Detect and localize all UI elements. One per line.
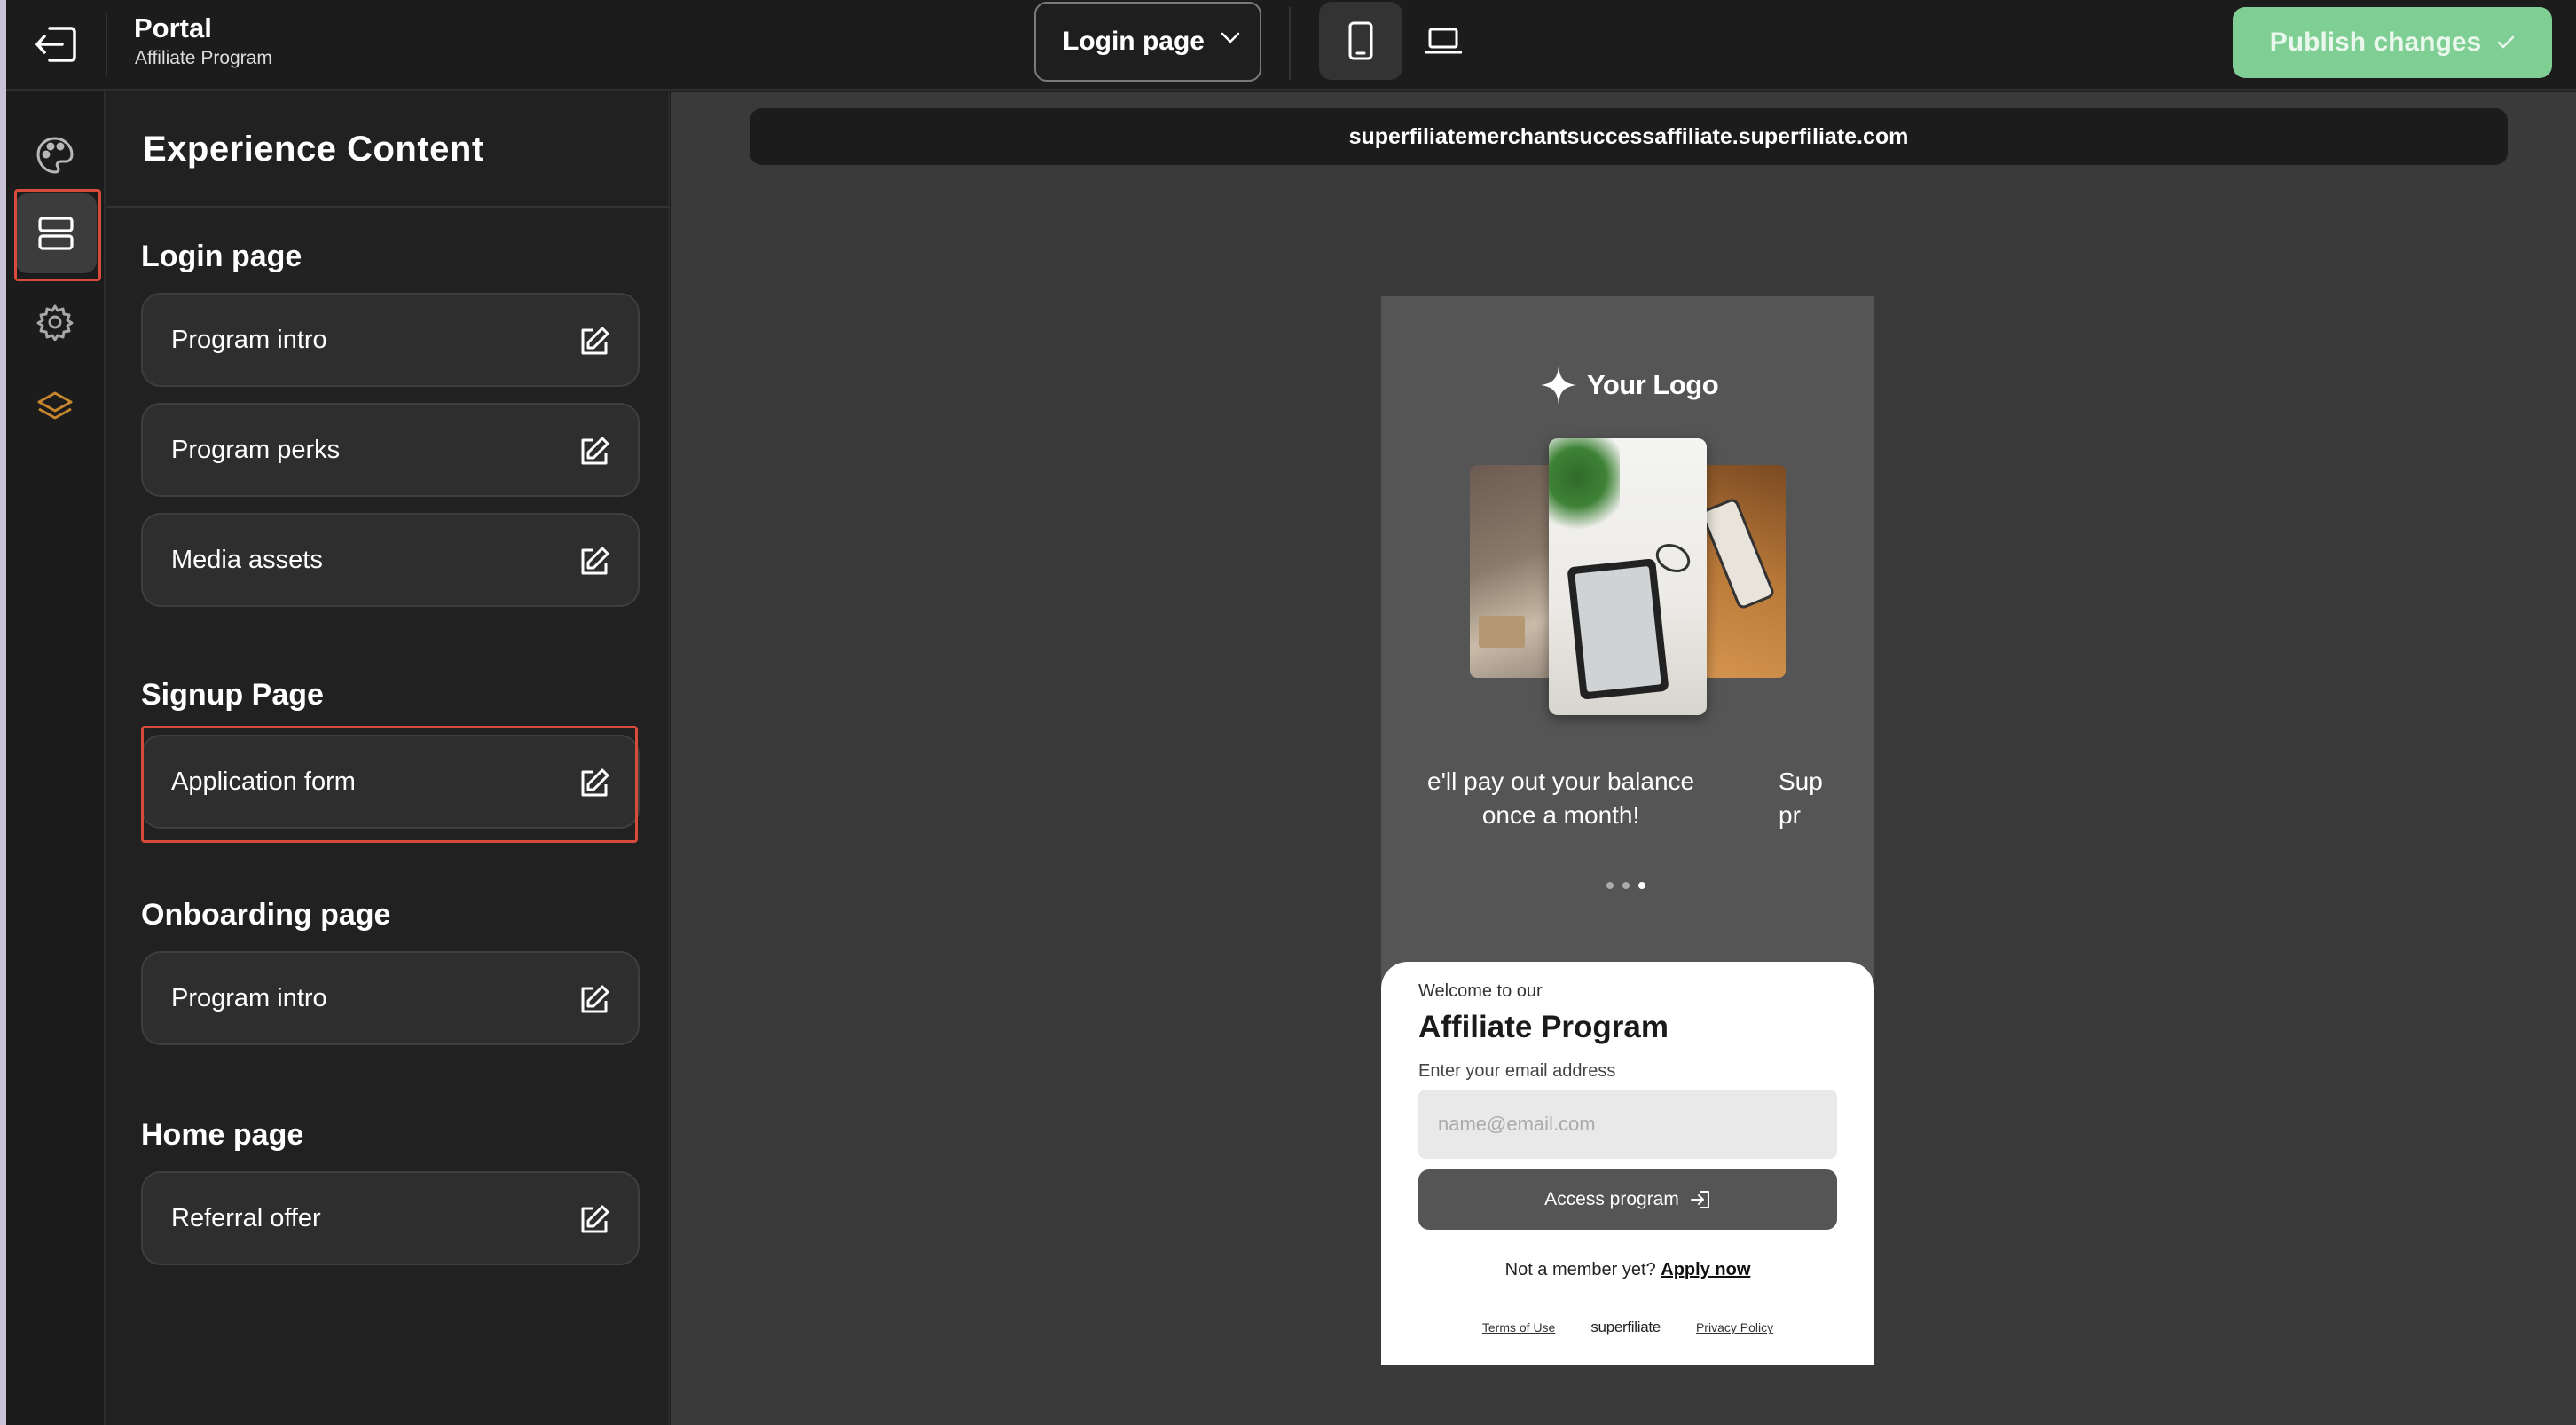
section-title-home: Home page bbox=[141, 1118, 304, 1152]
publish-label: Publish changes bbox=[2269, 28, 2482, 57]
carousel-image-center bbox=[1549, 438, 1707, 715]
portal-title: Portal bbox=[134, 12, 212, 43]
member-text: Not a member yet? bbox=[1504, 1260, 1656, 1279]
carousel-dots[interactable] bbox=[1606, 882, 1645, 889]
login-icon bbox=[1690, 1191, 1709, 1208]
exit-button[interactable] bbox=[29, 18, 82, 71]
section-title-signup: Signup Page bbox=[141, 678, 324, 712]
rail-layers-button[interactable] bbox=[29, 382, 81, 433]
member-line: Not a member yet? Apply now bbox=[1381, 1260, 1874, 1280]
item-label: Program perks bbox=[171, 435, 341, 464]
edit-icon[interactable] bbox=[577, 1203, 611, 1237]
page-select-value: Login page bbox=[1063, 27, 1205, 56]
item-onboarding-program-intro[interactable]: Program intro bbox=[141, 951, 640, 1045]
rail-theme-button[interactable] bbox=[29, 130, 81, 181]
edit-icon[interactable] bbox=[577, 435, 611, 468]
carousel-dot[interactable] bbox=[1622, 882, 1630, 889]
top-bar: Portal Affiliate Program Login page Publ… bbox=[6, 0, 2576, 91]
panel-title: Experience Content bbox=[143, 130, 484, 169]
sparkle-icon bbox=[1541, 366, 1576, 405]
preview-logo: Your Logo bbox=[1541, 366, 1719, 405]
item-label: Referral offer bbox=[171, 1203, 321, 1232]
carousel-image-right bbox=[1702, 465, 1786, 678]
mobile-view-button[interactable] bbox=[1319, 2, 1402, 80]
topbar-divider-2 bbox=[1289, 7, 1291, 80]
login-card: Welcome to our Affiliate Program Enter y… bbox=[1381, 962, 1874, 1365]
edit-icon[interactable] bbox=[577, 767, 611, 800]
mobile-preview: Your Logo e'll pay out your balance once… bbox=[1381, 296, 1874, 1365]
panel-separator bbox=[107, 206, 670, 208]
item-application-form[interactable]: Application form bbox=[141, 735, 640, 829]
access-program-label: Access program bbox=[1544, 1189, 1679, 1209]
access-program-button[interactable]: Access program bbox=[1418, 1169, 1837, 1230]
rail-settings-button[interactable] bbox=[29, 296, 81, 348]
item-label: Program intro bbox=[171, 325, 327, 354]
carousel-dot-active[interactable] bbox=[1638, 882, 1645, 889]
page-select-dropdown[interactable]: Login page bbox=[1034, 2, 1261, 82]
preview-url-bar: superfiliatemerchantsuccessaffiliate.sup… bbox=[750, 108, 2508, 165]
apply-now-link[interactable]: Apply now bbox=[1661, 1260, 1750, 1279]
carousel-dot[interactable] bbox=[1606, 882, 1614, 889]
section-title-login: Login page bbox=[141, 240, 302, 273]
carousel-slide-next: Sup pr bbox=[1779, 765, 1828, 832]
email-label: Enter your email address bbox=[1418, 1061, 1616, 1081]
check-icon bbox=[2497, 35, 2515, 49]
edit-icon[interactable] bbox=[577, 325, 611, 358]
item-label: Media assets bbox=[171, 545, 323, 574]
item-referral-offer[interactable]: Referral offer bbox=[141, 1171, 640, 1265]
portal-subtitle: Affiliate Program bbox=[135, 48, 272, 68]
desktop-view-button[interactable] bbox=[1408, 5, 1479, 76]
app-window: Portal Affiliate Program Login page Publ… bbox=[6, 0, 2576, 1425]
terms-link[interactable]: Terms of Use bbox=[1482, 1320, 1555, 1334]
carousel-slide-text: e'll pay out your balance once a month! bbox=[1427, 765, 1694, 832]
rail-content-button[interactable] bbox=[15, 193, 97, 273]
experience-content-panel: Experience Content Login page Program in… bbox=[107, 92, 670, 1425]
item-media-assets[interactable]: Media assets bbox=[141, 513, 640, 607]
brand-logo: superfiliate bbox=[1590, 1319, 1661, 1335]
carousel-slide-next-text: Sup pr bbox=[1779, 768, 1823, 829]
carousel-slide-main: e'll pay out your balance once a month! bbox=[1427, 768, 1695, 829]
left-rail bbox=[6, 92, 106, 1425]
layers-icon bbox=[37, 391, 73, 420]
preview-canvas: superfiliatemerchantsuccessaffiliate.sup… bbox=[671, 92, 2576, 1425]
preview-footer: Terms of Use superfiliate Privacy Policy bbox=[1381, 1319, 1874, 1336]
laptop-icon bbox=[1425, 28, 1462, 54]
logo-text: Your Logo bbox=[1587, 369, 1719, 400]
affiliate-program-title: Affiliate Program bbox=[1418, 1010, 1669, 1044]
carousel-image-left bbox=[1470, 465, 1555, 678]
privacy-link[interactable]: Privacy Policy bbox=[1696, 1320, 1773, 1334]
item-label: Program intro bbox=[171, 983, 327, 1012]
email-input[interactable] bbox=[1418, 1090, 1837, 1159]
edit-icon[interactable] bbox=[577, 545, 611, 579]
layout-icon bbox=[38, 217, 74, 250]
chevron-down-icon bbox=[1221, 32, 1240, 43]
item-label: Application form bbox=[171, 767, 356, 796]
exit-icon bbox=[35, 27, 76, 62]
gear-icon bbox=[36, 304, 74, 341]
item-program-intro[interactable]: Program intro bbox=[141, 293, 640, 387]
topbar-divider bbox=[106, 14, 107, 76]
palette-icon bbox=[36, 137, 74, 174]
publish-changes-button[interactable]: Publish changes bbox=[2233, 7, 2552, 78]
section-title-onboarding: Onboarding page bbox=[141, 898, 391, 932]
mobile-icon bbox=[1348, 21, 1373, 60]
edit-icon[interactable] bbox=[577, 983, 611, 1017]
welcome-text: Welcome to our bbox=[1418, 981, 1543, 1001]
item-program-perks[interactable]: Program perks bbox=[141, 403, 640, 497]
